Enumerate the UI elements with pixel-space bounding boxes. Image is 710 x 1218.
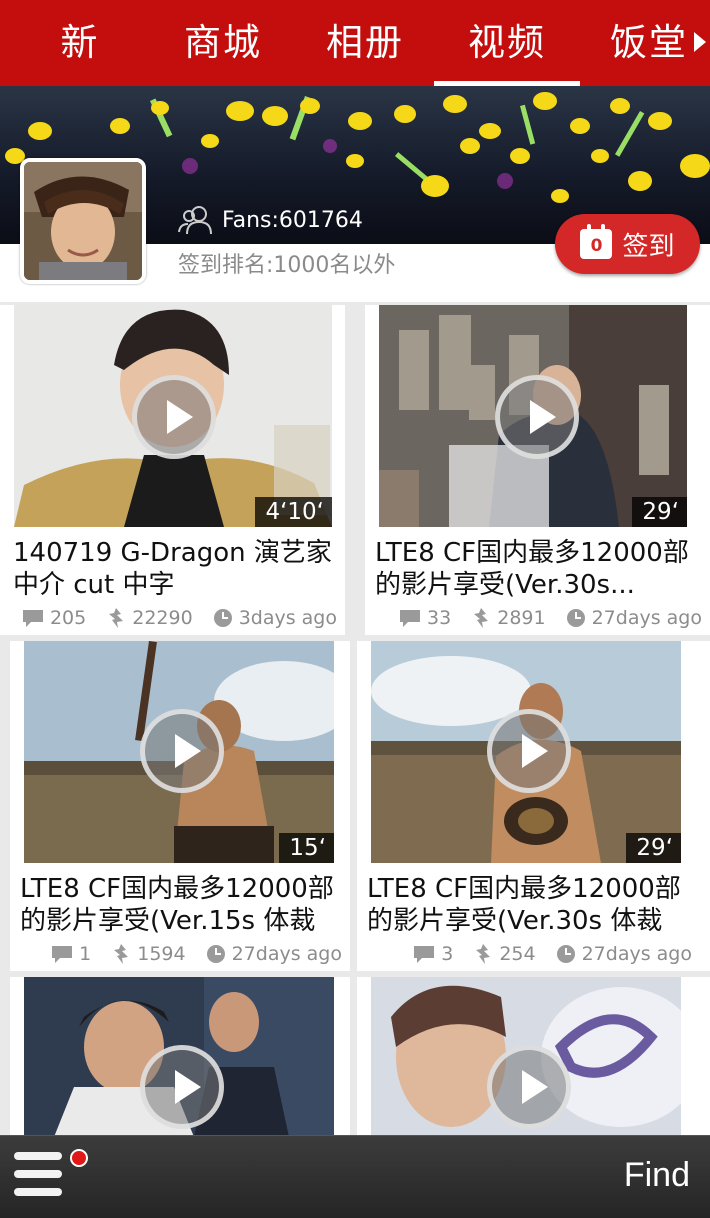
- checkin-label: 签到: [622, 231, 675, 262]
- tabs-more-arrow-icon[interactable]: [694, 32, 706, 52]
- video-card[interactable]: 29‘ LTE8 CF国内最多12000部 的影片享受(Ver.30s... 3…: [365, 305, 710, 635]
- posted-time: 27days ago: [591, 607, 702, 629]
- video-card[interactable]: 4‘10‘ 140719 G-Dragon 演艺家 中介 cut 中字 205 …: [0, 305, 345, 635]
- clock-icon: [566, 609, 585, 627]
- comment-icon: [52, 946, 73, 963]
- comment-icon: [414, 946, 435, 963]
- video-thumbnail[interactable]: 4‘10‘: [14, 305, 332, 527]
- video-card[interactable]: [357, 977, 710, 1137]
- comment-count: 205: [49, 607, 87, 629]
- comment-icon: [400, 610, 421, 627]
- bottom-toolbar: Find: [0, 1135, 710, 1218]
- video-meta: 33 2891 27days ago: [399, 607, 702, 629]
- comment-count: 3: [441, 943, 454, 965]
- video-title-line1[interactable]: LTE8 CF国内最多12000部: [375, 537, 710, 569]
- video-title-line1[interactable]: LTE8 CF国内最多12000部: [20, 873, 350, 905]
- views-icon: [109, 608, 124, 628]
- video-title-line2[interactable]: 的影片享受(Ver.15s 体裁: [20, 905, 350, 937]
- video-thumbnail[interactable]: [24, 977, 334, 1137]
- video-title-line1[interactable]: 140719 G-Dragon 演艺家: [13, 537, 345, 569]
- video-duration: 29‘: [632, 497, 687, 527]
- views-icon: [474, 608, 489, 628]
- view-count: 1594: [137, 943, 186, 965]
- tab-mall[interactable]: 商城: [184, 0, 262, 86]
- comment-count: 33: [427, 607, 452, 629]
- checkin-button[interactable]: 0 签到: [555, 214, 700, 274]
- fans-icon: [178, 206, 212, 235]
- video-thumbnail[interactable]: 29‘: [379, 305, 687, 527]
- video-duration: 29‘: [626, 833, 681, 863]
- video-meta: 3 254 27days ago: [413, 943, 692, 965]
- views-icon: [476, 944, 491, 964]
- play-icon[interactable]: [487, 709, 571, 793]
- view-count: 254: [499, 943, 536, 965]
- clock-icon: [213, 609, 232, 627]
- video-title-line1[interactable]: LTE8 CF国内最多12000部: [367, 873, 710, 905]
- tab-video[interactable]: 视频: [434, 0, 580, 86]
- tab-album[interactable]: 相册: [326, 0, 404, 86]
- fans-count: Fans:601764: [178, 203, 363, 237]
- find-button[interactable]: Find: [624, 1156, 690, 1195]
- posted-time: 27days ago: [581, 943, 692, 965]
- video-title-line2[interactable]: 的影片享受(Ver.30s...: [375, 569, 710, 601]
- play-icon[interactable]: [140, 1045, 224, 1129]
- posted-time: 3days ago: [238, 607, 337, 629]
- video-duration: 15‘: [279, 833, 334, 863]
- comment-icon: [22, 610, 43, 627]
- view-count: 2891: [497, 607, 546, 629]
- top-nav: 新闻 商城 相册 视频 饭堂: [0, 0, 710, 150]
- video-card[interactable]: 29‘ LTE8 CF国内最多12000部 的影片享受(Ver.30s 体裁 3…: [357, 641, 710, 971]
- artist-avatar[interactable]: [20, 158, 146, 284]
- video-title-line2[interactable]: 的影片享受(Ver.30s 体裁: [367, 905, 710, 937]
- menu-icon[interactable]: [14, 1150, 66, 1202]
- play-icon[interactable]: [487, 1045, 571, 1129]
- calendar-icon: 0: [580, 224, 613, 259]
- notification-badge: [70, 1149, 88, 1167]
- play-icon[interactable]: [132, 375, 216, 459]
- video-card[interactable]: [10, 977, 350, 1137]
- video-thumbnail[interactable]: 29‘: [371, 641, 681, 863]
- clock-icon: [206, 945, 225, 963]
- video-title-line2[interactable]: 中介 cut 中字: [13, 569, 345, 601]
- video-card[interactable]: 15‘ LTE8 CF国内最多12000部 的影片享受(Ver.15s 体裁 1…: [10, 641, 350, 971]
- fans-label: Fans:601764: [222, 207, 363, 233]
- tab-news[interactable]: 新闻: [42, 0, 118, 150]
- video-thumbnail[interactable]: [371, 977, 681, 1137]
- video-meta: 1 1594 27days ago: [51, 943, 342, 965]
- comment-count: 1: [79, 943, 92, 965]
- video-meta: 205 22290 3days ago: [22, 607, 337, 629]
- tab-fan-hall[interactable]: 饭堂: [610, 0, 688, 86]
- play-icon[interactable]: [495, 375, 579, 459]
- play-icon[interactable]: [140, 709, 224, 793]
- checkin-rank: 签到排名:1000名以外: [178, 253, 396, 278]
- views-icon: [114, 944, 129, 964]
- posted-time: 27days ago: [231, 943, 342, 965]
- view-count: 22290: [132, 607, 193, 629]
- video-duration: 4‘10‘: [255, 497, 332, 527]
- clock-icon: [556, 945, 575, 963]
- video-thumbnail[interactable]: 15‘: [24, 641, 334, 863]
